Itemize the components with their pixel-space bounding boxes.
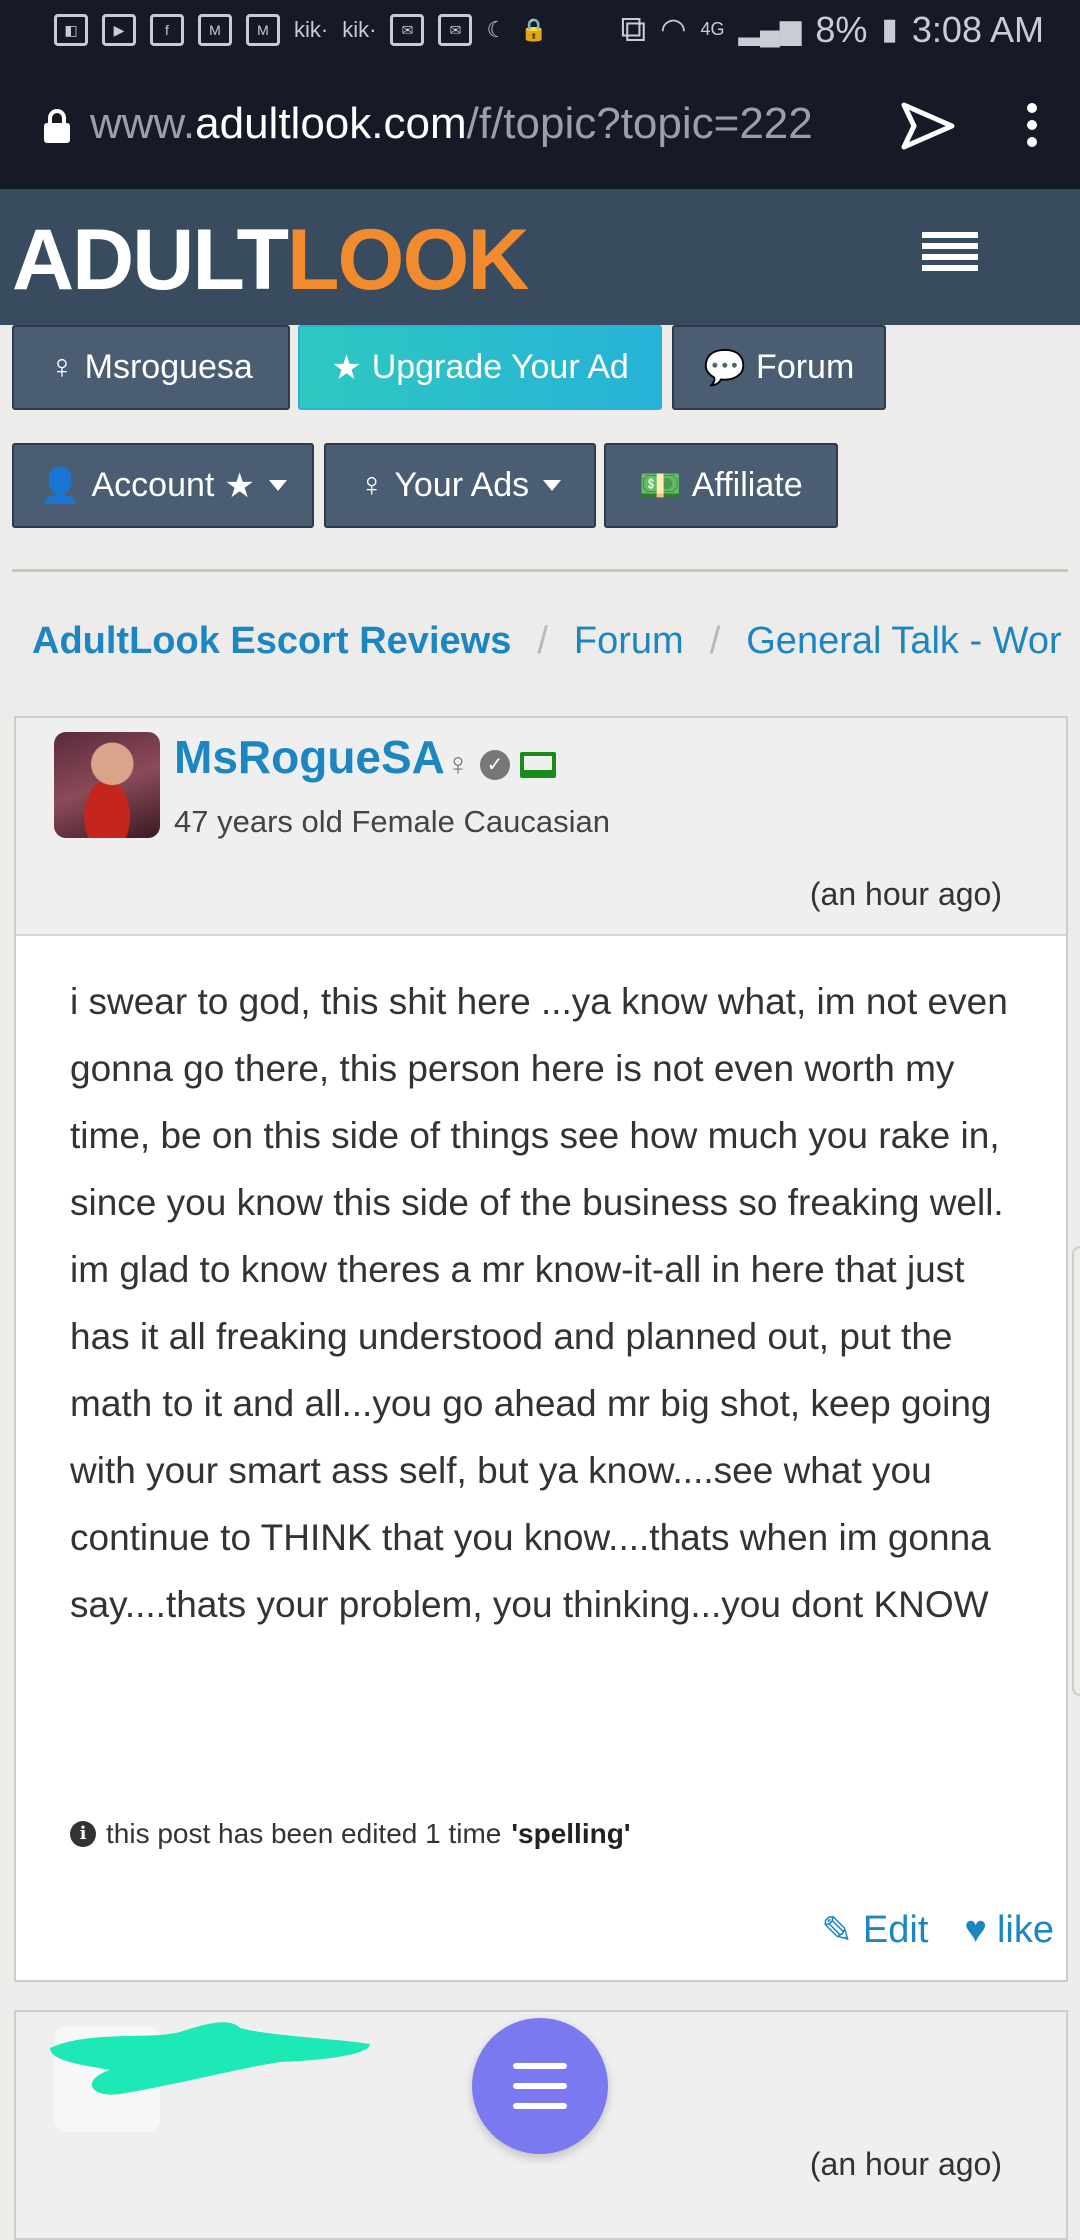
- edit-notice-text: this post has been edited 1 time: [106, 1818, 502, 1849]
- affiliate-button[interactable]: 💵 Affiliate: [604, 443, 838, 528]
- kik-icon: kik·: [342, 17, 377, 42]
- breadcrumb-separator: /: [537, 620, 548, 662]
- your-ads-dropdown[interactable]: ♀ Your Ads: [324, 443, 596, 528]
- forum-button[interactable]: 💬 Forum: [672, 325, 886, 410]
- forum-label: Forum: [756, 348, 855, 386]
- star-icon: ★: [224, 466, 255, 505]
- pencil-icon: ✎: [821, 1910, 853, 1952]
- nav-profile-button[interactable]: ♀ Msroguesa: [12, 325, 290, 410]
- user-icon: 👤: [39, 466, 82, 505]
- mail-icon: ✉: [390, 14, 425, 46]
- status-bar: ◧ ▶ f M M kik· kik· ✉ ✉ ☾ 🔒 ⧉ ◠ 4G ▂▄▆ 8…: [0, 0, 1080, 63]
- chevron-down-icon: [543, 480, 562, 491]
- money-icon: 💵: [639, 466, 682, 505]
- post-time: (an hour ago): [809, 876, 1002, 912]
- account-dropdown[interactable]: 👤 Account ★: [12, 443, 314, 528]
- battery-icon: ▮: [881, 13, 898, 46]
- desktop-online-icon: [520, 751, 556, 778]
- divider: [12, 569, 1068, 572]
- breadcrumb-forum[interactable]: Forum: [574, 620, 684, 662]
- redaction-scribble: [50, 2022, 370, 2095]
- forum-post: MsRogueSA ♀ ✓ 47 years old Female Caucas…: [14, 716, 1068, 1982]
- battery-percent: 8%: [815, 8, 868, 50]
- cast-icon: ⧉: [620, 8, 647, 49]
- url-prefix: www.: [90, 99, 196, 148]
- breadcrumb-reviews[interactable]: AdultLook Escort Reviews: [32, 620, 511, 662]
- female-icon: ♀: [358, 466, 385, 504]
- floating-menu-button[interactable]: [472, 2018, 608, 2154]
- edit-label: Edit: [862, 1909, 929, 1951]
- post-time: (an hour ago): [809, 2146, 1002, 2182]
- user-badges: ♀ ✓: [446, 746, 556, 783]
- nav-profile-label: Msroguesa: [84, 348, 253, 386]
- gmail-icon: M: [198, 14, 232, 46]
- send-icon[interactable]: [900, 101, 956, 151]
- breadcrumb-separator: /: [709, 620, 721, 662]
- url-host: adultlook.com: [195, 99, 467, 148]
- lock-icon: [44, 109, 70, 143]
- post-username[interactable]: MsRogueSA: [174, 730, 445, 784]
- meme-icon: ◧: [54, 14, 88, 46]
- facebook-icon: f: [150, 14, 184, 46]
- star-icon: ★: [331, 348, 362, 387]
- menu-line: [513, 2103, 567, 2109]
- post-actions: ✎ Edit ♥ like: [821, 1908, 1054, 1953]
- info-icon: i: [70, 1821, 96, 1847]
- like-button[interactable]: ♥ like: [964, 1908, 1054, 1953]
- menu-line: [513, 2063, 567, 2069]
- video-icon: ▶: [102, 14, 136, 46]
- post-body: i swear to god, this shit here ...ya kno…: [70, 981, 1008, 1625]
- clock: 3:08 AM: [911, 8, 1044, 50]
- upgrade-ad-button[interactable]: ★ Upgrade Your Ad: [298, 325, 662, 410]
- your-ads-label: Your Ads: [394, 466, 530, 504]
- hamburger-menu-icon[interactable]: [922, 232, 978, 282]
- lock-notif-icon: 🔒: [520, 17, 548, 42]
- edit-notice: i this post has been edited 1 time 'spel…: [70, 1818, 630, 1850]
- edge-panel-handle[interactable]: [1072, 1246, 1080, 1696]
- user-meta: 47 years old Female Caucasian: [174, 804, 610, 839]
- moon-icon: ☾: [486, 17, 507, 42]
- menu-line: [513, 2083, 567, 2089]
- affiliate-label: Affiliate: [691, 466, 803, 504]
- verified-check-icon: ✓: [480, 749, 510, 780]
- kik-icon: kik·: [294, 17, 329, 42]
- url-field[interactable]: www.adultlook.com/f/topic?topic=222: [90, 99, 860, 149]
- breadcrumb-general-talk[interactable]: General Talk - Wor: [746, 620, 1061, 662]
- upgrade-ad-label: Upgrade Your Ad: [371, 348, 629, 386]
- gmail-icon: M: [246, 14, 280, 46]
- wifi-icon: ◠: [660, 13, 687, 46]
- heart-icon: ♥: [964, 1909, 987, 1951]
- female-icon: ♀: [49, 348, 75, 386]
- mail-icon: ✉: [438, 14, 473, 46]
- site-logo[interactable]: ADULTLOOK: [12, 211, 529, 310]
- site-header: ADULTLOOK: [0, 189, 1080, 325]
- browser-url-bar: www.adultlook.com/f/topic?topic=222: [0, 63, 1080, 189]
- menu-dots-icon[interactable]: [1024, 103, 1040, 151]
- url-path: /f/topic?topic=222: [466, 99, 813, 148]
- signal-icon: ▂▄▆: [738, 14, 802, 45]
- breadcrumb: AdultLook Escort Reviews / Forum / General T…: [32, 620, 1080, 663]
- chevron-down-icon: [268, 480, 287, 491]
- edit-button[interactable]: ✎ Edit: [821, 1908, 928, 1953]
- account-label: Account: [91, 466, 215, 504]
- avatar[interactable]: [54, 732, 160, 838]
- network-type: 4G: [700, 19, 725, 39]
- female-icon: ♀: [446, 746, 470, 782]
- comments-icon: 💬: [703, 348, 747, 387]
- post-header: MsRogueSA ♀ ✓ 47 years old Female Caucas…: [16, 718, 1066, 936]
- like-label: like: [996, 1909, 1054, 1951]
- edit-reason: 'spelling': [511, 1818, 631, 1849]
